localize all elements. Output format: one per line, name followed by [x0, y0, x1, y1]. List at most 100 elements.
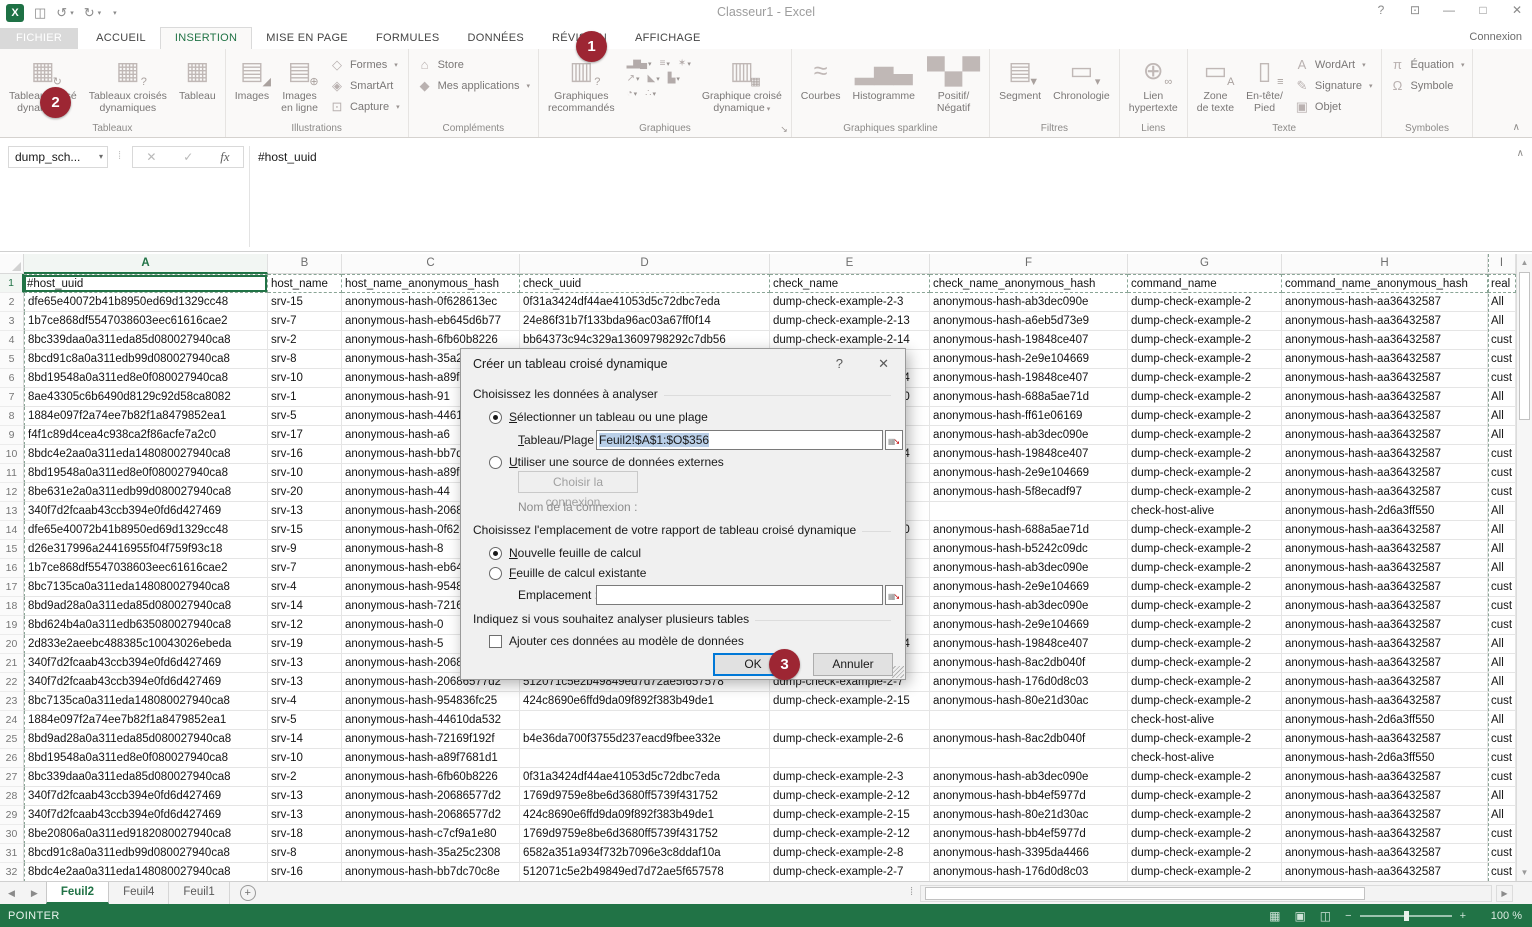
row-header[interactable]: 7 [0, 388, 24, 407]
cell[interactable]: dump-check-example-2 [1128, 445, 1282, 464]
cell[interactable]: anonymous-hash-aa36432587 [1282, 787, 1488, 806]
cell[interactable]: anonymous-hash-a6eb5d73e9 [930, 312, 1128, 331]
combo-chart-icon[interactable]: ▙▾ [668, 73, 679, 84]
cell[interactable]: srv-15 [268, 521, 342, 540]
cell[interactable]: cust [1488, 350, 1516, 369]
cell[interactable]: srv-9 [268, 540, 342, 559]
area-chart-icon[interactable]: ◣▾ [647, 73, 658, 84]
scatter-chart-icon[interactable]: ∴▾ [645, 88, 655, 99]
tab-accueil[interactable]: ACCUEIL [82, 28, 160, 49]
zoom-in-icon[interactable]: + [1460, 910, 1466, 922]
radio-external-source-label[interactable]: Utiliser une source de données externes [509, 455, 724, 469]
row-header[interactable]: 29 [0, 806, 24, 825]
cell[interactable]: dump-check-example-2-6 [770, 730, 930, 749]
cell[interactable]: real [1488, 274, 1516, 293]
cell[interactable]: cust [1488, 331, 1516, 350]
insert-function-icon[interactable]: fx [220, 149, 229, 165]
radio-existing-worksheet[interactable] [489, 567, 502, 580]
cell[interactable]: anonymous-hash-20686577d2 [342, 787, 520, 806]
range-picker-icon[interactable]: ▦↘ [885, 430, 903, 450]
tab-split-handle[interactable]: ⁞ [910, 886, 913, 898]
ribbon-button-signature[interactable]: ✎Signature▾ [1289, 75, 1378, 96]
cell[interactable]: srv-1 [268, 388, 342, 407]
cell[interactable]: anonymous-hash-aa36432587 [1282, 597, 1488, 616]
row-header[interactable]: 21 [0, 654, 24, 673]
cell[interactable]: srv-10 [268, 749, 342, 768]
row-header[interactable]: 30 [0, 825, 24, 844]
cell[interactable]: anonymous-hash-aa36432587 [1282, 578, 1488, 597]
location-picker-icon[interactable]: ▦↘ [885, 585, 903, 605]
cell[interactable]: srv-14 [268, 730, 342, 749]
ribbon-button-table[interactable]: ▦Tableau [174, 51, 221, 121]
cell[interactable]: host_name [268, 274, 342, 293]
sheet-nav-right-icon[interactable]: ▶ [23, 882, 46, 904]
help-icon[interactable]: ? [1372, 3, 1390, 17]
cancel-entry-icon[interactable]: ✕ [146, 150, 156, 164]
radio-new-worksheet-label[interactable]: Nouvelle feuille de calcul [509, 546, 641, 560]
confirm-entry-icon[interactable]: ✓ [183, 150, 193, 164]
cell[interactable]: check-host-alive [1128, 711, 1282, 730]
cell[interactable]: anonymous-hash-aa36432587 [1282, 616, 1488, 635]
cell[interactable]: anonymous-hash-aa36432587 [1282, 768, 1488, 787]
ribbon-display-options-icon[interactable]: ⊡ [1406, 3, 1424, 17]
row-header[interactable]: 18 [0, 597, 24, 616]
cell[interactable]: 512071c5e2b49849ed7d72ae5f657578 [520, 863, 770, 881]
cell[interactable]: 1884e097f2a74ee7b82f1a8479852ea1 [24, 407, 268, 426]
cell[interactable]: anonymous-hash-688a5ae71d [930, 388, 1128, 407]
cell[interactable]: check_name [770, 274, 930, 293]
column-header-G[interactable]: G [1128, 254, 1282, 274]
cell[interactable]: srv-7 [268, 559, 342, 578]
ribbon-button-textbox[interactable]: ▭AZonede texte [1192, 51, 1239, 121]
cell[interactable]: 424c8690e6ffd9da09f892f383b49de1 [520, 692, 770, 711]
cell[interactable]: cust [1488, 863, 1516, 881]
cell[interactable]: cust [1488, 768, 1516, 787]
cell[interactable]: dump-check-example-2 [1128, 559, 1282, 578]
cell[interactable]: anonymous-hash-aa36432587 [1282, 673, 1488, 692]
cell[interactable]: anonymous-hash-2e9e104669 [930, 616, 1128, 635]
cell[interactable]: anonymous-hash-ab3dec090e [930, 426, 1128, 445]
cell[interactable]: dump-check-example-2 [1128, 597, 1282, 616]
column-header-E[interactable]: E [770, 254, 930, 274]
cell[interactable]: dump-check-example-2 [1128, 635, 1282, 654]
ribbon-button-sparkline-winloss[interactable]: ▀▄▀Positif/Négatif [922, 51, 985, 121]
cell[interactable]: check-host-alive [1128, 749, 1282, 768]
cell[interactable]: anonymous-hash-2e9e104669 [930, 578, 1128, 597]
column-header-D[interactable]: D [520, 254, 770, 274]
choose-connection-button[interactable]: Choisir la connexion... [518, 471, 638, 493]
cell[interactable]: anonymous-hash-aa36432587 [1282, 806, 1488, 825]
cell[interactable]: anonymous-hash-2d6a3ff550 [1282, 711, 1488, 730]
cell[interactable] [770, 711, 930, 730]
cell[interactable]: anonymous-hash-c7cf9a1e80 [342, 825, 520, 844]
ribbon-button-sparkline-line[interactable]: ≈Courbes [796, 51, 846, 121]
zoom-level[interactable]: 100 % [1480, 910, 1522, 922]
row-header[interactable]: 31 [0, 844, 24, 863]
sheet-nav-left-icon[interactable]: ◀ [0, 882, 23, 904]
cell[interactable]: srv-14 [268, 597, 342, 616]
ribbon-button-hyperlink[interactable]: ⊕∞Lienhypertexte [1124, 51, 1183, 121]
account-sign-in[interactable]: Connexion [1469, 31, 1522, 43]
cell[interactable]: b4e36da700f3755d237eacd9fbee332e [520, 730, 770, 749]
cell[interactable]: 8bc7135ca0a311eda148080027940ca8 [24, 578, 268, 597]
ribbon-button-recommended-charts[interactable]: ▥?Graphiquesrecommandés [543, 51, 620, 121]
cell[interactable]: dump-check-example-2 [1128, 350, 1282, 369]
cell[interactable]: anonymous-hash-bb7dc70c8e [342, 863, 520, 881]
cell[interactable]: cust [1488, 825, 1516, 844]
cell[interactable]: 8be631e2a0a311edb99d080027940ca8 [24, 483, 268, 502]
page-break-view-icon[interactable]: ◫ [1320, 909, 1331, 923]
cell[interactable] [930, 502, 1128, 521]
scroll-up-icon[interactable]: ▲ [1517, 254, 1532, 271]
row-header[interactable]: 22 [0, 673, 24, 692]
cell[interactable]: srv-5 [268, 407, 342, 426]
cell[interactable]: anonymous-hash-2e9e104669 [930, 350, 1128, 369]
cell[interactable]: 340f7d2fcaab43ccb394e0fd6d427469 [24, 654, 268, 673]
ribbon-button-object[interactable]: ▣Objet [1289, 96, 1378, 117]
cell[interactable]: All [1488, 426, 1516, 445]
cell[interactable]: dump-check-example-2 [1128, 806, 1282, 825]
cell[interactable]: check-host-alive [1128, 502, 1282, 521]
row-header[interactable]: 3 [0, 312, 24, 331]
row-header[interactable]: 24 [0, 711, 24, 730]
row-header[interactable]: 19 [0, 616, 24, 635]
cell[interactable]: anonymous-hash-aa36432587 [1282, 540, 1488, 559]
cell[interactable]: All [1488, 521, 1516, 540]
scroll-down-icon[interactable]: ▼ [1517, 864, 1532, 881]
